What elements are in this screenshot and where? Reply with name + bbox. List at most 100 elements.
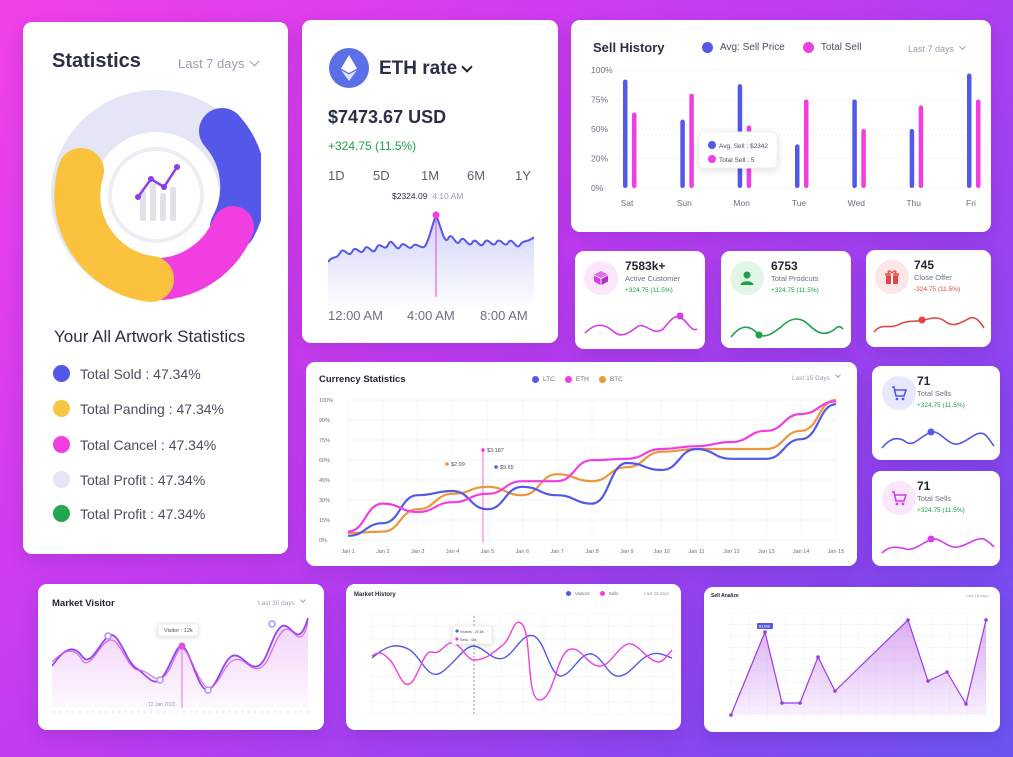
sells-change: +324.75 (11.5%) — [917, 507, 965, 514]
bar-avg-sell[interactable] — [967, 73, 972, 188]
currency-annotations: $2.99 $3.187 $9.65 — [445, 448, 514, 471]
x-tick-label: Jan 11 — [689, 549, 705, 555]
market-history-period-dropdown[interactable]: Last 15 days — [644, 591, 670, 596]
sell-history-title: Sell History — [593, 40, 665, 55]
x-tick-label: Jan 12 — [723, 549, 740, 555]
legend-label: Total Panding — [80, 400, 165, 417]
legend-label: Visitors — [575, 591, 590, 596]
sells-sparkline — [881, 535, 995, 554]
kpi-value: 6753 — [771, 259, 798, 273]
sells-change: +324.75 (11.5%) — [917, 402, 965, 409]
legend-label: LTC — [543, 376, 555, 383]
market-history-legend: Visitors Sells — [556, 591, 618, 596]
bar-avg-sell[interactable] — [909, 129, 915, 188]
kpi-label: Active Customer — [625, 274, 681, 283]
chevron-down-icon — [300, 597, 306, 603]
statistics-period-dropdown[interactable]: Last 7 days — [178, 56, 259, 71]
currency-period-label: Last 15 Days — [792, 375, 830, 382]
x-tick-label: Sun — [677, 198, 692, 208]
x-tick-label: Jan 5 — [481, 549, 494, 555]
y-tick-label: 50% — [591, 124, 608, 134]
bar-total-sell[interactable] — [689, 93, 694, 188]
eth-hover-point[interactable] — [432, 211, 440, 219]
legend-dot — [702, 42, 713, 53]
bar-total-sell[interactable] — [918, 105, 924, 188]
cart-icon — [882, 481, 916, 515]
visitors-line — [371, 634, 673, 677]
tab-1d[interactable]: 1D — [328, 168, 345, 183]
gift-icon — [875, 260, 909, 294]
bar-avg-sell[interactable] — [623, 79, 628, 188]
kpi-label: Total Prodcuts — [771, 274, 819, 283]
bar-total-sell[interactable] — [976, 99, 981, 189]
kpi-sparkline — [584, 312, 698, 336]
y-tick-label: 45% — [319, 478, 330, 484]
legend-value: 47.34% — [157, 505, 206, 522]
y-tick-label: 100% — [591, 65, 613, 75]
y-tick-label: 75% — [319, 438, 330, 444]
tooltip-sells: Sells : 45k — [460, 638, 477, 642]
market-visitor-chart: Visitor : 12k 12 Jan 2022 — [52, 617, 309, 714]
kpi-sparkline — [730, 318, 844, 339]
bar-total-sell[interactable] — [632, 112, 637, 188]
kpi-change: +324.75 (11.5%) — [771, 287, 819, 294]
x-tick-label: Jan 9 — [620, 549, 633, 555]
market-history-period-label: Last 15 days — [644, 591, 670, 596]
visitor-date-label: 12 Jan 2022 — [148, 702, 176, 708]
eth-line-chart — [328, 211, 534, 305]
sells-value: 71 — [917, 479, 931, 493]
legend-dot — [564, 376, 572, 383]
statistics-subtitle: Your All Artwork Statistics — [54, 327, 246, 346]
legend-value: 47.34% — [176, 400, 224, 417]
statistics-card: Statistics Last 7 days Your All Artwork … — [23, 22, 288, 554]
eth-x-label: 12:00 AM — [328, 308, 383, 323]
x-tick-label: Mon — [733, 198, 750, 208]
sell-history-period-dropdown[interactable]: Last 7 days — [908, 42, 967, 54]
x-tick-label: Jan 3 — [411, 549, 424, 555]
eth-change: +324.75 (11.5%) — [328, 139, 417, 153]
y-tick-label: 75% — [591, 95, 608, 105]
legend-label: Avg: Sell Price — [720, 42, 785, 53]
sell-analize-period-dropdown[interactable]: Last 15 days — [966, 593, 989, 598]
tab-1y[interactable]: 1Y — [515, 168, 531, 183]
visitor-point[interactable] — [104, 632, 112, 640]
box-icon — [584, 261, 618, 295]
visitor-point[interactable] — [204, 686, 212, 694]
bar-avg-sell[interactable] — [795, 144, 800, 188]
eth-x-label: 4:00 AM — [407, 308, 455, 323]
sell-history-bar-chart: 100% 75% 50% 20% 0% Sat Sun Mon Tue Wed Thu Fri Av… — [591, 65, 981, 208]
sell-analize-card: Sell Analize Last 15 days $3,848 — [704, 587, 1000, 732]
sell-analize-chart: $3,848 — [728, 612, 994, 717]
sell-history-card: Sell History Avg: Sell Price Total Sell … — [571, 20, 991, 232]
tab-1m[interactable]: 1M — [421, 168, 439, 183]
sell-analize-tooltip: $3,848 — [757, 623, 773, 629]
sells-sparkline — [881, 428, 995, 449]
x-tick-label: Jan 13 — [758, 549, 775, 555]
tab-6m[interactable]: 6M — [467, 168, 485, 183]
bar-avg-sell[interactable] — [852, 99, 857, 189]
eth-rate-title: ETH rate — [379, 58, 458, 79]
visitor-point[interactable] — [156, 676, 164, 684]
sells-value: 71 — [917, 374, 931, 388]
currency-period-dropdown[interactable]: Last 15 Days — [792, 372, 841, 382]
sell-history-legend: Avg: Sell Price Total Sell — [702, 42, 861, 53]
eth-rate-dropdown[interactable]: ETH rate — [379, 58, 473, 80]
y-tick-label: 0% — [319, 538, 327, 544]
bar-total-sell[interactable] — [861, 129, 866, 188]
eth-tooltip-value: $2324.09 — [392, 191, 428, 201]
kpi-label: Close Offer — [914, 273, 952, 282]
chevron-down-icon — [835, 372, 841, 378]
visitor-point[interactable] — [178, 642, 186, 650]
y-tick-label: 60% — [319, 458, 330, 464]
visitor-point[interactable] — [268, 620, 276, 628]
bar-total-sell[interactable] — [804, 99, 809, 189]
market-visitor-period-dropdown[interactable]: Last 30 days — [258, 597, 306, 607]
bar-avg-sell[interactable] — [680, 119, 685, 188]
legend-label: Total Cancel — [80, 436, 158, 453]
sells-label: Total Sells — [917, 389, 952, 398]
currency-statistics-card: Currency Statistics LTC ETH BTC Last 15 … — [306, 362, 857, 566]
kpi-change: +324.75 (11.5%) — [625, 287, 673, 294]
tab-5d[interactable]: 5D — [373, 168, 390, 183]
legend-value: 47.34% — [153, 365, 201, 382]
legend-item-cancel: Total Cancel : 47.34% — [53, 436, 216, 453]
